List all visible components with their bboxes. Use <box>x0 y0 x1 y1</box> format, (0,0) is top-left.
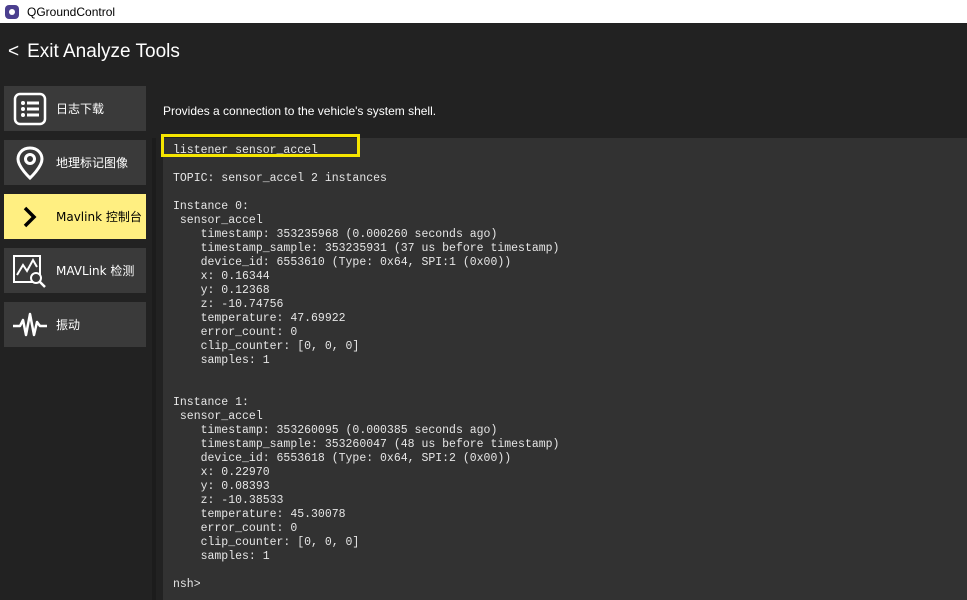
sidebar-item-geotag-images[interactable]: 地理标记图像 <box>4 140 146 185</box>
list-icon <box>12 91 48 127</box>
console-gutter <box>152 138 156 600</box>
console-output[interactable]: listener sensor_accel TOPIC: sensor_acce… <box>152 134 967 600</box>
header-bar: < Exit Analyze Tools <box>0 23 967 80</box>
sidebar-item-vibration[interactable]: 振动 <box>4 302 146 347</box>
sidebar-item-mavlink-console[interactable]: Mavlink 控制台 <box>4 194 146 239</box>
sidebar-item-label: 日志下载 <box>56 102 105 116</box>
page-description: Provides a connection to the vehicle's s… <box>163 104 437 118</box>
sidebar-item-mavlink-inspector[interactable]: MAVLink 检测 <box>4 248 146 293</box>
map-pin-icon <box>12 145 48 181</box>
sidebar-item-label: Mavlink 控制台 <box>56 210 142 224</box>
sidebar-item-label: MAVLink 检测 <box>56 264 135 278</box>
window-titlebar: QGroundControl <box>0 0 967 23</box>
exit-label: Exit Analyze Tools <box>27 40 180 62</box>
exit-analyze-tools-button[interactable]: < Exit Analyze Tools <box>8 41 180 63</box>
back-chevron-icon: < <box>8 40 20 62</box>
chevron-right-icon <box>12 199 48 235</box>
main-content: Provides a connection to the vehicle's s… <box>152 80 967 600</box>
sidebar-item-label: 地理标记图像 <box>56 156 129 170</box>
console-command-line: listener sensor_accel <box>173 144 318 157</box>
sidebar-item-log-download[interactable]: 日志下载 <box>4 86 146 131</box>
sidebar-item-label: 振动 <box>56 318 81 332</box>
waveform-icon <box>12 307 48 343</box>
window-title: QGroundControl <box>27 4 116 19</box>
qgc-logo-icon <box>5 4 19 19</box>
console-output-text: TOPIC: sensor_accel 2 instances Instance… <box>173 172 560 591</box>
chart-search-icon <box>12 253 48 289</box>
sidebar: 日志下载 地理标记图像 Mavlink 控制台 MAVLink 检测 振动 <box>0 80 152 600</box>
